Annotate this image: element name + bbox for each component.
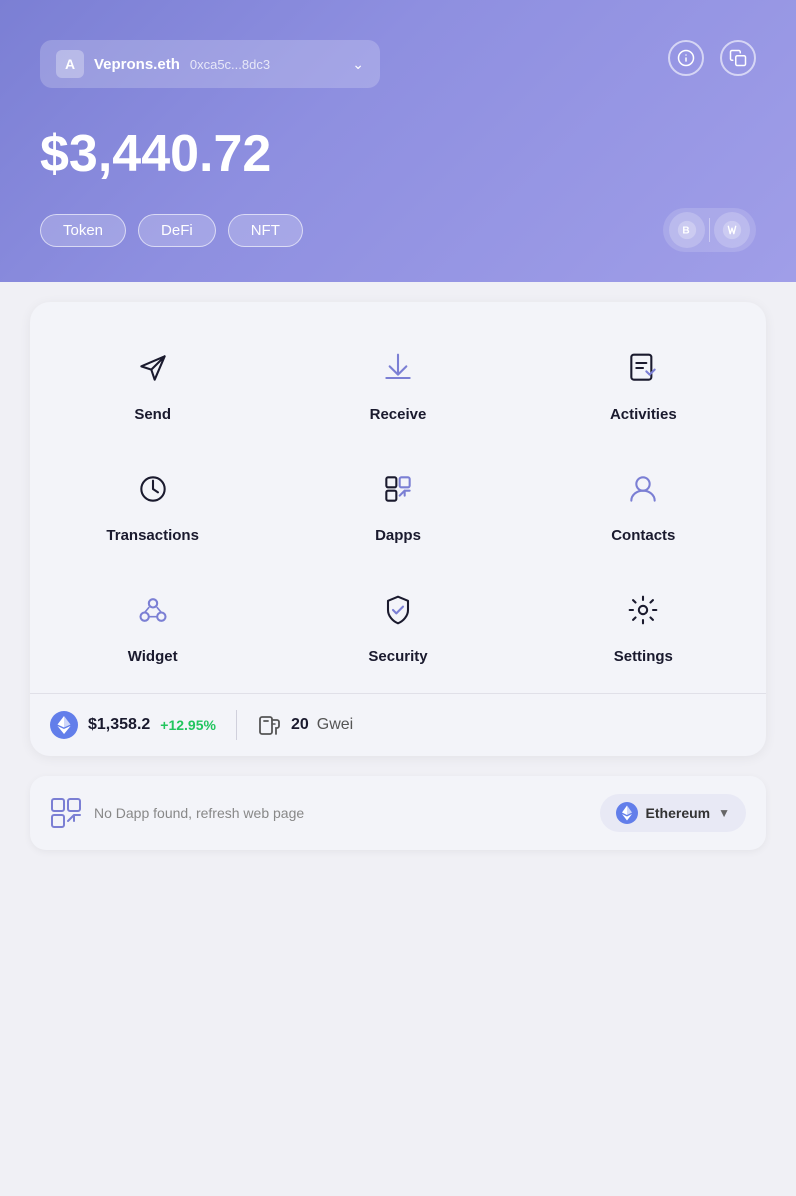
- dapp-bar: No Dapp found, refresh web page Ethereum…: [30, 776, 766, 850]
- dapps-label: Dapps: [375, 527, 421, 544]
- contacts-icon: [617, 463, 669, 515]
- eth-logo-icon: [50, 711, 78, 739]
- address-chevron-icon: ⌄: [352, 56, 364, 73]
- dex-b-icon[interactable]: B: [669, 212, 705, 248]
- activities-label: Activities: [610, 406, 677, 423]
- wallet-avatar: A: [56, 50, 84, 78]
- dapps-action[interactable]: Dapps: [275, 443, 520, 564]
- dapp-message: No Dapp found, refresh web page: [94, 805, 304, 821]
- dex-m-icon[interactable]: [714, 212, 750, 248]
- send-label: Send: [134, 406, 171, 423]
- dex-icons: B: [663, 208, 756, 252]
- tab-token[interactable]: Token: [40, 214, 126, 247]
- wallet-name: Veprons.eth: [94, 56, 180, 73]
- receive-label: Receive: [370, 406, 427, 423]
- dapps-bar-icon: [50, 797, 82, 829]
- svg-text:B: B: [682, 226, 689, 237]
- settings-icon: [617, 584, 669, 636]
- settings-label: Settings: [614, 648, 673, 665]
- receive-action[interactable]: Receive: [275, 322, 520, 443]
- tab-nft[interactable]: NFT: [228, 214, 303, 247]
- hero-section: A Veprons.eth 0xca5c...8dc3 ⌄ $3,440.72 …: [0, 0, 796, 282]
- tab-defi[interactable]: DeFi: [138, 214, 216, 247]
- wallet-address: 0xca5c...8dc3: [190, 57, 270, 72]
- status-divider: [236, 710, 237, 740]
- transactions-icon: [127, 463, 179, 515]
- network-name: Ethereum: [646, 805, 711, 821]
- security-label: Security: [368, 648, 427, 665]
- actions-grid: Send Receive Activities: [30, 322, 766, 685]
- asset-tabs: Token DeFi NFT B: [40, 208, 756, 252]
- widget-action[interactable]: Widget: [30, 564, 275, 685]
- header-icons: [668, 40, 756, 76]
- main-action-card: Send Receive Activities: [30, 302, 766, 756]
- activities-icon: [617, 342, 669, 394]
- activities-action[interactable]: Activities: [521, 322, 766, 443]
- gas-info-section: 20 Gwei: [257, 712, 353, 738]
- network-chevron-icon: ▼: [718, 806, 730, 820]
- settings-action[interactable]: Settings: [521, 564, 766, 685]
- gas-icon: [257, 712, 283, 738]
- receive-icon: [372, 342, 424, 394]
- dex-divider: [709, 218, 710, 242]
- balance-amount: $3,440.72: [40, 124, 756, 184]
- status-bar: $1,358.2 +12.95% 20 Gwei: [30, 693, 766, 756]
- contacts-label: Contacts: [611, 527, 675, 544]
- widget-label: Widget: [128, 648, 178, 665]
- contacts-action[interactable]: Contacts: [521, 443, 766, 564]
- eth-price-section: $1,358.2 +12.95%: [50, 711, 216, 739]
- eth-price-value: $1,358.2: [88, 716, 150, 734]
- network-selector[interactable]: Ethereum ▼: [600, 794, 746, 832]
- transactions-label: Transactions: [106, 527, 199, 544]
- network-eth-icon: [616, 802, 638, 824]
- dapps-icon: [372, 463, 424, 515]
- gas-unit: Gwei: [317, 716, 353, 734]
- address-bar[interactable]: A Veprons.eth 0xca5c...8dc3 ⌄: [40, 40, 380, 88]
- info-button[interactable]: [668, 40, 704, 76]
- gas-value: 20: [291, 716, 309, 734]
- send-action[interactable]: Send: [30, 322, 275, 443]
- widget-icon: [127, 584, 179, 636]
- transactions-action[interactable]: Transactions: [30, 443, 275, 564]
- security-action[interactable]: Security: [275, 564, 520, 685]
- send-icon: [127, 342, 179, 394]
- dapp-left: No Dapp found, refresh web page: [50, 797, 304, 829]
- copy-button[interactable]: [720, 40, 756, 76]
- security-icon: [372, 584, 424, 636]
- eth-change-value: +12.95%: [160, 717, 216, 733]
